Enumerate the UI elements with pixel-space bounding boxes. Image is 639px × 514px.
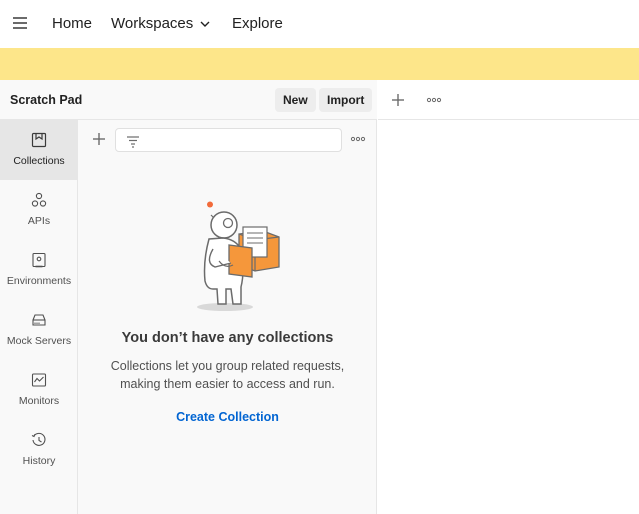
chevron-down-icon bbox=[200, 21, 210, 27]
empty-state-description-line: making them easier to access and run. bbox=[120, 377, 335, 391]
nav-home[interactable]: Home bbox=[52, 15, 92, 32]
monitors-icon bbox=[31, 373, 47, 387]
apis-icon bbox=[31, 192, 47, 207]
sidebar-item-history[interactable]: History bbox=[0, 420, 78, 480]
nav-workspaces[interactable]: Workspaces bbox=[111, 15, 210, 32]
mock-servers-icon bbox=[32, 314, 46, 326]
sidebar-item-monitors[interactable]: Monitors bbox=[0, 360, 78, 420]
more-options-icon[interactable] bbox=[350, 132, 366, 146]
tab-bar bbox=[378, 80, 639, 120]
tab-options-icon[interactable] bbox=[426, 93, 442, 107]
history-icon bbox=[31, 432, 46, 446]
sidebar-item-label: Monitors bbox=[18, 395, 60, 407]
notification-banner bbox=[0, 48, 639, 80]
sidebar-rail: Collections APIs Environments Mock Serve… bbox=[0, 120, 78, 514]
sidebar-item-label: Collections bbox=[13, 155, 65, 167]
environments-icon bbox=[32, 252, 46, 268]
sidebar-item-label: Mock Servers bbox=[6, 335, 72, 347]
workspace-title: Scratch Pad bbox=[10, 93, 83, 107]
sidebar-item-environments[interactable]: Environments bbox=[0, 240, 78, 300]
empty-state-description: Collections let you group related reques… bbox=[79, 357, 376, 393]
sidebar-item-collections[interactable]: Collections bbox=[0, 120, 78, 180]
new-tab-icon[interactable] bbox=[390, 92, 406, 108]
sidebar-item-label: APIs bbox=[27, 215, 51, 227]
sidebar-item-label: History bbox=[22, 455, 56, 467]
sidebar-item-apis[interactable]: APIs bbox=[0, 180, 78, 240]
sidebar-header: Scratch Pad New Import bbox=[0, 80, 377, 120]
sidebar-panel: Scratch Pad New Import Collections APIs bbox=[0, 80, 377, 514]
collections-pane: You don’t have any collections Collectio… bbox=[79, 120, 376, 514]
empty-collections-illustration bbox=[197, 201, 280, 311]
collections-icon bbox=[31, 132, 47, 148]
sidebar-item-mock-servers[interactable]: Mock Servers bbox=[0, 300, 78, 360]
empty-state-title: You don’t have any collections bbox=[121, 330, 334, 346]
empty-state-description-line: Collections let you group related reques… bbox=[110, 359, 345, 373]
nav-explore[interactable]: Explore bbox=[232, 15, 283, 32]
menu-icon[interactable] bbox=[13, 17, 27, 29]
add-collection-icon[interactable] bbox=[91, 131, 107, 147]
new-button[interactable]: New bbox=[275, 88, 316, 112]
sidebar-item-label: Environments bbox=[6, 275, 72, 287]
top-nav: Home Workspaces Explore bbox=[0, 0, 639, 48]
nav-workspaces-label: Workspaces bbox=[111, 15, 194, 32]
import-button[interactable]: Import bbox=[319, 88, 373, 112]
filter-input[interactable] bbox=[115, 128, 342, 152]
filter-icon bbox=[127, 136, 139, 148]
create-collection-link[interactable]: Create Collection bbox=[79, 410, 376, 424]
